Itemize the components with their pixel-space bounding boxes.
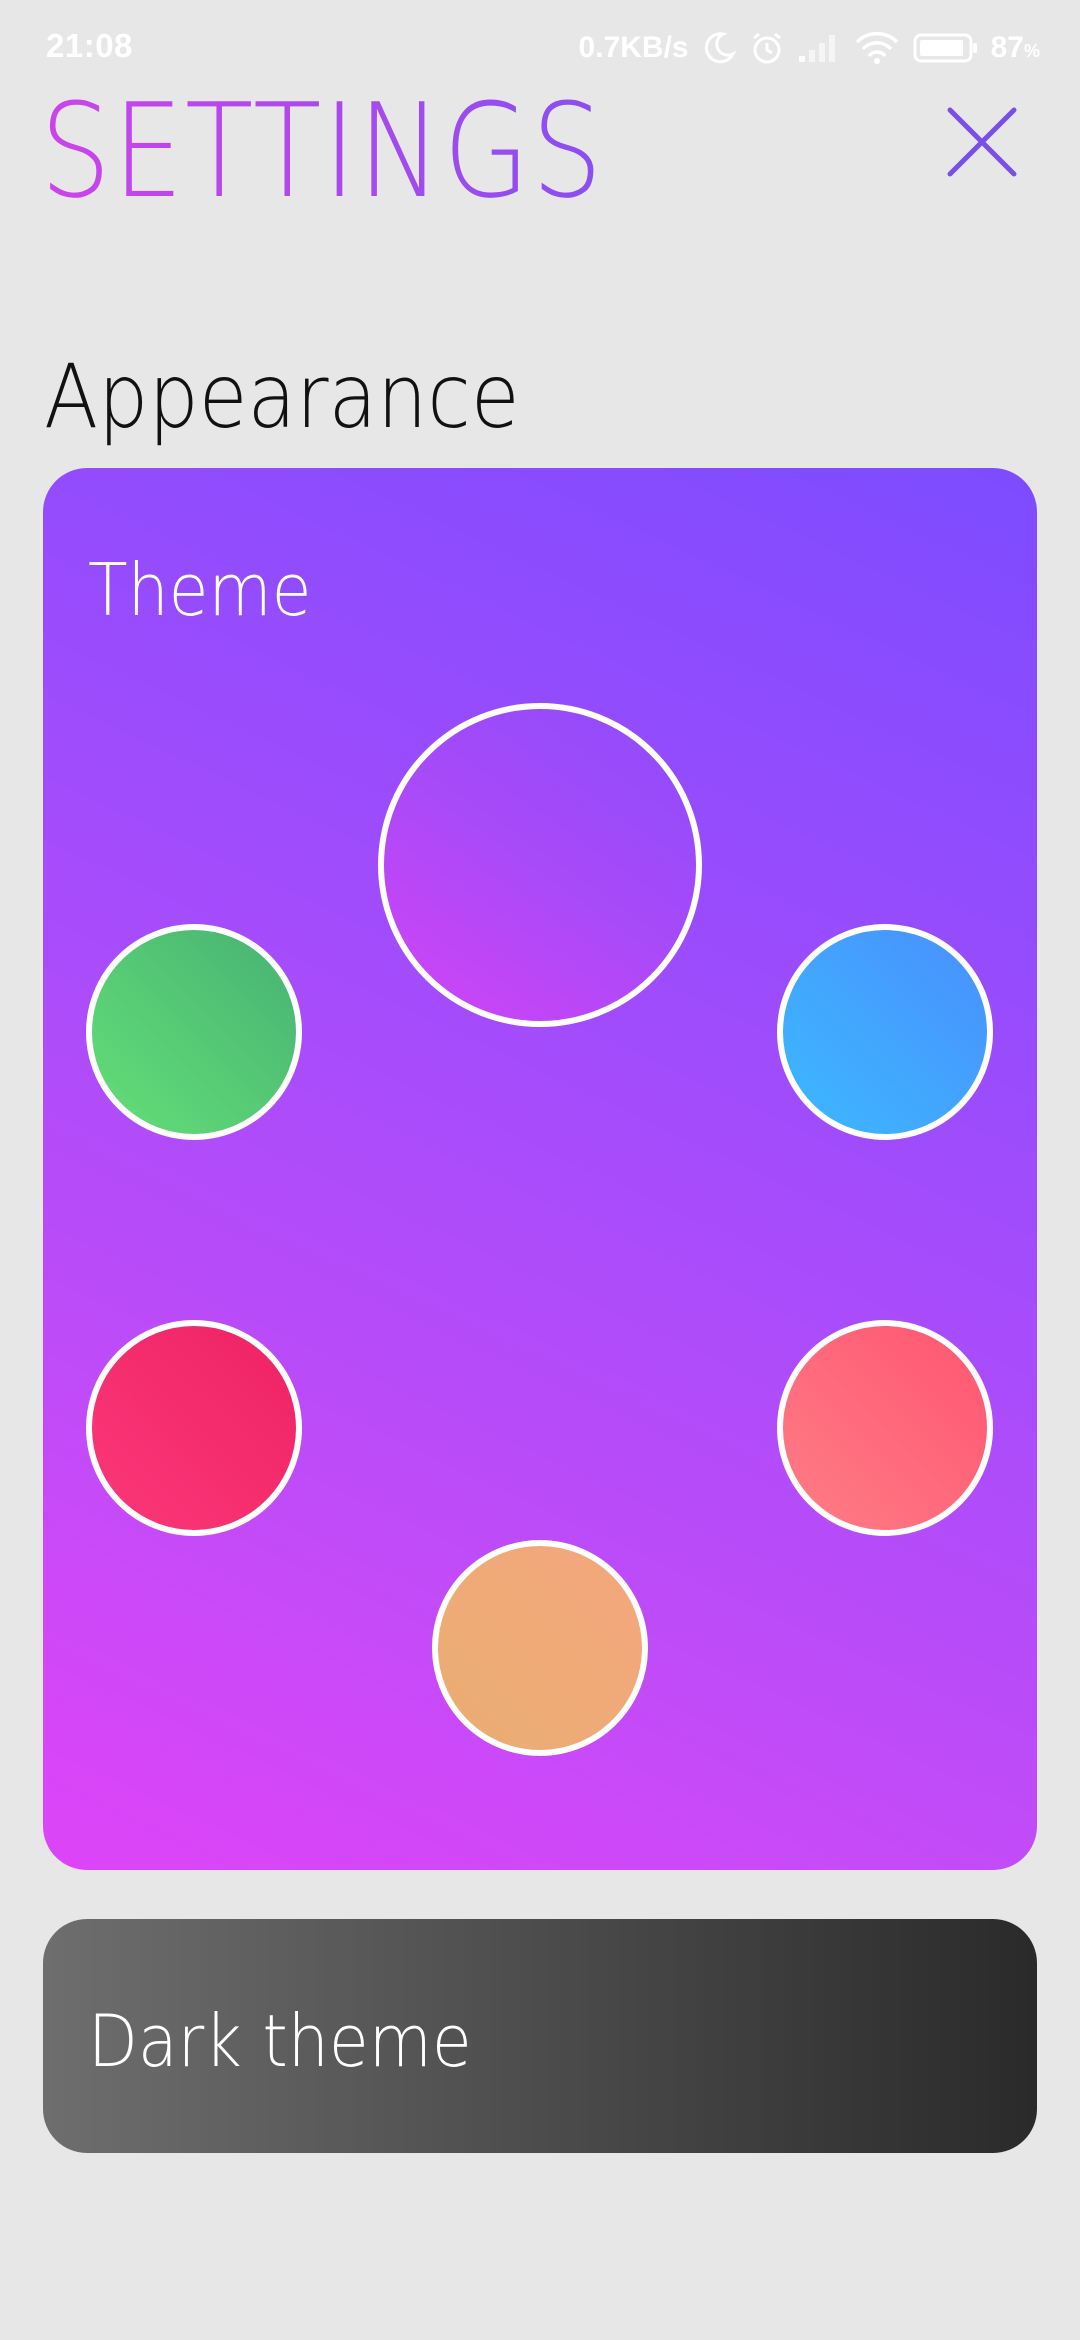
- page-title: SETTINGS: [40, 75, 605, 227]
- status-right-group: 0.7KB/s 87%: [579, 24, 1040, 72]
- theme-swatch-green[interactable]: [86, 924, 302, 1140]
- battery-percent-value: 87: [990, 31, 1024, 64]
- dark-theme-toggle[interactable]: Dark theme: [43, 1919, 1037, 2153]
- theme-card-title: Theme: [88, 548, 312, 632]
- theme-swatch-peach[interactable]: [432, 1540, 648, 1756]
- theme-swatch-coral[interactable]: [777, 1320, 993, 1536]
- battery-icon: [913, 32, 979, 64]
- moon-icon: [701, 30, 737, 66]
- close-button[interactable]: [940, 100, 1024, 184]
- theme-swatch-red[interactable]: [86, 1320, 302, 1536]
- signal-icon: [797, 32, 841, 64]
- close-icon: [940, 107, 1024, 188]
- network-speed: 0.7KB/s: [578, 31, 689, 64]
- dark-theme-label: Dark theme: [88, 1999, 472, 2083]
- status-time: 21:08: [46, 27, 133, 64]
- theme-swatch-blue[interactable]: [777, 924, 993, 1140]
- battery-percent-unit: %: [1023, 41, 1040, 61]
- alarm-icon: [749, 30, 785, 66]
- theme-card: Theme: [43, 468, 1037, 1870]
- battery-percent: 87%: [991, 31, 1040, 65]
- wifi-icon: [853, 30, 901, 66]
- section-heading-appearance: Appearance: [44, 345, 520, 448]
- theme-swatch-purple[interactable]: [378, 703, 702, 1027]
